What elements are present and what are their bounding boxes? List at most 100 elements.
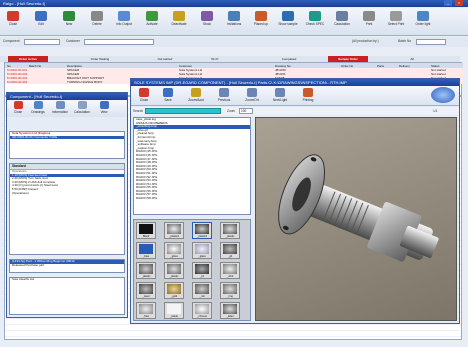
thumbnail-image <box>195 284 209 294</box>
thumbnail[interactable]: _flow <box>136 302 156 319</box>
toolbar-deactivate-button[interactable]: Deactivate <box>168 11 190 26</box>
thumbnail[interactable]: _plastic <box>136 262 156 279</box>
search-row: Search Zoom 100 1/1 <box>131 107 459 115</box>
file-item[interactable]: RG003 (58 JPG <box>134 197 250 201</box>
toolbar-delete-button[interactable]: Delete <box>86 11 108 26</box>
deactivate-icon <box>173 11 185 21</box>
component-view-button[interactable]: View <box>93 101 115 114</box>
info-icon <box>55 101 65 109</box>
cross-icon <box>303 88 313 97</box>
component-calculation-button[interactable]: Calculation <box>71 101 93 114</box>
col-delivery[interactable]: Delivery <box>399 64 410 68</box>
component-input[interactable] <box>24 39 60 45</box>
thumbnail[interactable]: _plastic2 <box>192 222 212 239</box>
col-no[interactable]: No <box>7 64 11 68</box>
toolbar-show-sample-button[interactable]: Show sample <box>277 11 299 26</box>
col-customer[interactable]: Customer <box>179 64 192 68</box>
thumbnail[interactable]: _steel <box>136 282 156 299</box>
thumbnail[interactable]: _orbit <box>220 262 240 279</box>
toolbar-close-button[interactable]: Close <box>2 11 24 26</box>
row-batch-no: M 0000-00-004 <box>7 80 28 84</box>
component-window-title: Component - [Hull Seuredo-t] <box>10 94 63 99</box>
thumbnail-image <box>139 224 153 234</box>
main-toolbar: Close Edit New Delete Info Output Activa… <box>0 8 468 36</box>
toolbar-placed-up-button[interactable]: Placed up <box>250 11 272 26</box>
toolbar-calculation-button[interactable]: Calculation <box>331 11 353 26</box>
customer-line[interactable]: (00-0000-00-01) Connector TUDE <box>10 135 124 140</box>
col-order-no[interactable]: Order No <box>341 64 353 68</box>
image-zoom-out-button[interactable]: Zoom/Aout <box>185 88 207 102</box>
thumbnail-grid: Black _plastic1 _plastic2 _plastic _blue… <box>133 219 251 321</box>
toolbar-activate-button[interactable]: Activate <box>141 11 163 26</box>
notes-line[interactable]: Released Purchase part <box>10 264 124 268</box>
edit-icon <box>35 11 47 21</box>
toolbar-new-button[interactable]: New <box>58 11 80 26</box>
image-close-button[interactable]: Close <box>133 88 155 102</box>
component-standard-panel: Standard Operations 1 10 [MOS] Fast feed… <box>9 163 125 255</box>
thumbnail[interactable]: _plastic <box>164 262 184 279</box>
customer-input[interactable] <box>84 39 154 45</box>
toolbar-select-print-button[interactable]: Select Print <box>385 11 407 26</box>
col-parts[interactable]: Parts <box>377 64 384 68</box>
thumbnail[interactable]: _gloss <box>164 242 184 259</box>
batch-no-input[interactable] <box>416 39 446 45</box>
activate-icon <box>146 11 158 21</box>
previous-icon <box>219 88 229 97</box>
thumbnail[interactable]: _chrome <box>192 302 212 319</box>
thumbnail[interactable]: _label <box>220 302 240 319</box>
component-window-title-bar: Component - [Hull Seuredo-t] <box>7 93 127 100</box>
toolbar-stock-button[interactable]: Stock <box>196 11 218 26</box>
image-printing-button[interactable]: Printing <box>297 88 319 102</box>
printer-icon <box>363 11 375 21</box>
image-next-button[interactable]: Next/Light <box>269 88 291 102</box>
image-preview[interactable] <box>255 117 457 321</box>
thumbnail[interactable]: _gold <box>164 282 184 299</box>
col-drawing-no[interactable]: Drawing No <box>275 64 291 68</box>
image-zoom-in-button[interactable]: Zoom/Ort <box>241 88 263 102</box>
component-information-button[interactable]: Information <box>49 101 71 114</box>
thumbnail[interactable]: _blank <box>164 302 184 319</box>
thumbnail[interactable]: _plastic1 <box>164 222 184 239</box>
thumbnail-image <box>167 284 181 294</box>
batch-no-label: Batch No <box>398 39 412 43</box>
select-print-icon <box>390 11 402 21</box>
image-window-toolbar: Close Save Zoom/Aout Previous Zoom/Ort N… <box>131 86 459 106</box>
close-button[interactable]: × <box>455 0 463 6</box>
thumbnail[interactable]: _glt <box>220 242 240 259</box>
toolbar-edit-button[interactable]: Edit <box>30 11 52 26</box>
col-status[interactable]: Status <box>431 64 440 68</box>
toolbar-order-light-button[interactable]: Order light <box>412 11 434 26</box>
pencil-icon <box>191 88 201 97</box>
toolbar-invitations-button[interactable]: Invitations <box>223 11 245 26</box>
component-drawings-button[interactable]: Drawings <box>27 101 49 114</box>
col-batch-no[interactable]: Batch No <box>29 64 41 68</box>
image-save-button[interactable]: Save <box>157 88 179 102</box>
thumbnail-image <box>167 304 181 314</box>
component-customer-panel: Sola Systems Ltd (Englesa (00-0000-00-01… <box>9 131 125 159</box>
zoom-input[interactable]: 100 <box>239 108 253 114</box>
toolbar-print-button[interactable]: Print <box>358 11 380 26</box>
footer-text: Sola Clearfix Ltd <box>12 278 35 281</box>
product-logo <box>431 87 455 103</box>
operation-item[interactable]: (Operations) <box>10 192 124 196</box>
thumbnail[interactable]: _blue <box>136 242 156 259</box>
toolbar-check-spec-button[interactable]: Check SPEC <box>304 11 326 26</box>
component-close-button[interactable]: Close <box>7 101 29 114</box>
thumbnail[interactable]: _ring <box>220 282 240 299</box>
row-description: TURNING NOZZLE BODY <box>67 80 103 84</box>
minimize-button[interactable]: _ <box>444 0 452 6</box>
search-input[interactable] <box>145 108 221 114</box>
filter-row: Component Customer (All production by:) … <box>0 37 468 47</box>
thumbnail[interactable]: _roll <box>192 282 212 299</box>
all-production-label: (All production by:) <box>352 39 379 43</box>
image-previous-button[interactable]: Previous <box>213 88 235 102</box>
thumbnail[interactable]: _plastic <box>220 222 240 239</box>
zoom-icon <box>247 88 257 97</box>
thumbnail[interactable]: _glass <box>192 242 212 259</box>
col-description[interactable]: Description <box>67 64 82 68</box>
toolbar-info-output-button[interactable]: Info Output <box>113 11 135 26</box>
component-notes-panel: (1234-Sp) Part - 1 Willow Ring Beginner … <box>9 259 125 273</box>
thumbnail-image <box>167 224 181 234</box>
thumbnail[interactable]: Black <box>136 222 156 239</box>
thumbnail[interactable]: _ph <box>192 262 212 279</box>
